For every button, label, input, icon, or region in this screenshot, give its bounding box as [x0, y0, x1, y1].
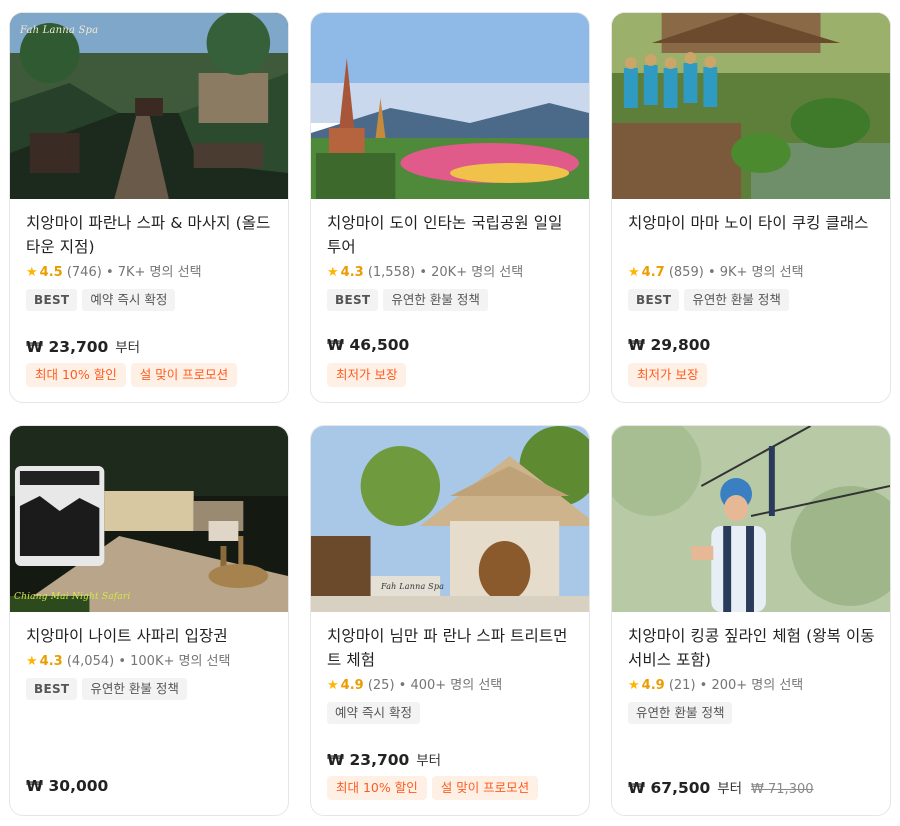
rating-score: 4.7: [641, 265, 665, 280]
activity-image[interactable]: [612, 426, 890, 612]
price-amount: ₩ 67,500: [628, 779, 711, 797]
booking-count: • 400+ 명의 선택: [398, 678, 503, 693]
rating-row: ★ 4.5 (746) • 7K+ 명의 선택: [26, 263, 274, 283]
promo-badge: 최대 10% 할인: [26, 363, 126, 387]
rating-score: 4.9: [641, 678, 665, 693]
activity-card-grid: Fah Lanna Spa 치앙마이 파란나 스파 & 마사지 (올드 타운 지…: [0, 0, 900, 826]
review-count: (1,558): [367, 265, 416, 280]
activity-title[interactable]: 치앙마이 킹콩 짚라인 체험 (왕복 이동 서비스 포함): [628, 624, 876, 674]
best-badge: BEST: [628, 289, 680, 311]
activity-image[interactable]: [311, 13, 589, 199]
tag-list: 유연한 환불 정책: [628, 702, 876, 726]
feature-tag: 예약 즉시 확정: [327, 702, 420, 724]
price: ₩ 67,500 부터 ₩ 71,300: [628, 777, 814, 797]
review-count: (859): [668, 265, 704, 280]
review-count: (746): [66, 265, 102, 280]
activity-card[interactable]: 치앙마이 킹콩 짚라인 체험 (왕복 이동 서비스 포함) ★ 4.9 (21) …: [611, 425, 891, 816]
promo-list: 최대 10% 할인 설 맞이 프로모션: [327, 776, 543, 800]
price: ₩ 30,000: [26, 777, 108, 795]
activity-card[interactable]: Fah Lanna Spa 치앙마이 님만 파 란나 스파 트리트먼트 체험 ★…: [310, 425, 590, 816]
rating-score: 4.5: [39, 265, 63, 280]
activity-card[interactable]: Chiang Mai Night Safari 치앙마이 나이트 사파리 입장권…: [9, 425, 289, 816]
promo-list: 최저가 보장: [628, 363, 712, 387]
booking-count: • 200+ 명의 선택: [699, 678, 804, 693]
rating-score: 4.9: [340, 678, 364, 693]
image-watermark: Chiang Mai Night Safari: [14, 592, 131, 602]
price-amount: ₩ 30,000: [26, 777, 109, 795]
rating-score: 4.3: [39, 654, 63, 669]
booking-count: • 100K+ 명의 선택: [118, 654, 231, 669]
promo-badge: 최대 10% 할인: [327, 776, 427, 800]
image-watermark: Fah Lanna Spa: [381, 582, 445, 591]
price-amount: ₩ 46,500: [327, 336, 410, 354]
feature-tag: 예약 즉시 확정: [82, 289, 176, 311]
rating-row: ★ 4.3 (1,558) • 20K+ 명의 선택: [327, 263, 575, 283]
original-price: ₩ 71,300: [751, 782, 814, 797]
activity-title[interactable]: 치앙마이 님만 파 란나 스파 트리트먼트 체험: [327, 624, 575, 674]
star-icon: ★: [628, 265, 640, 280]
star-icon: ★: [26, 654, 38, 669]
booking-count: • 20K+ 명의 선택: [419, 265, 524, 280]
rating-row: ★ 4.3 (4,054) • 100K+ 명의 선택: [26, 652, 274, 672]
feature-tag: 유연한 환불 정책: [383, 289, 488, 311]
price-suffix: 부터: [416, 753, 442, 769]
promo-badge: 최저가 보장: [628, 363, 708, 387]
price: ₩ 23,700 부터: [26, 336, 140, 356]
activity-image[interactable]: [612, 13, 890, 199]
price-amount: ₩ 23,700: [26, 338, 109, 356]
activity-card[interactable]: Fah Lanna Spa 치앙마이 파란나 스파 & 마사지 (올드 타운 지…: [9, 12, 289, 403]
rating-row: ★ 4.9 (21) • 200+ 명의 선택: [628, 676, 876, 696]
activity-title[interactable]: 치앙마이 파란나 스파 & 마사지 (올드 타운 지점): [26, 211, 274, 261]
image-watermark: Fah Lanna Spa: [20, 25, 99, 36]
review-count: (25): [367, 678, 395, 693]
price: ₩ 46,500: [327, 336, 409, 354]
price-amount: ₩ 29,800: [628, 336, 711, 354]
tag-list: BEST 예약 즉시 확정: [26, 289, 274, 313]
promo-badge: 설 맞이 프로모션: [130, 363, 238, 387]
tag-list: 예약 즉시 확정: [327, 702, 575, 726]
price-amount: ₩ 23,700: [327, 751, 410, 769]
promo-list: 최대 10% 할인 설 맞이 프로모션: [26, 363, 242, 387]
price: ₩ 23,700 부터: [327, 749, 441, 769]
star-icon: ★: [26, 265, 38, 280]
best-badge: BEST: [327, 289, 379, 311]
tag-list: BEST 유연한 환불 정책: [327, 289, 575, 313]
booking-count: • 7K+ 명의 선택: [105, 265, 202, 280]
booking-count: • 9K+ 명의 선택: [707, 265, 804, 280]
review-count: (21): [668, 678, 696, 693]
rating-score: 4.3: [340, 265, 364, 280]
activity-card[interactable]: 치앙마이 마마 노이 타이 쿠킹 클래스 ★ 4.7 (859) • 9K+ 명의…: [611, 12, 891, 403]
activity-title[interactable]: 치앙마이 마마 노이 타이 쿠킹 클래스: [628, 211, 876, 261]
activity-image[interactable]: Fah Lanna Spa: [311, 426, 589, 612]
rating-row: ★ 4.7 (859) • 9K+ 명의 선택: [628, 263, 876, 283]
activity-title[interactable]: 치앙마이 도이 인타논 국립공원 일일 투어: [327, 211, 575, 261]
rating-row: ★ 4.9 (25) • 400+ 명의 선택: [327, 676, 575, 696]
tag-list: BEST 유연한 환불 정책: [26, 678, 274, 702]
star-icon: ★: [628, 678, 640, 693]
promo-badge: 설 맞이 프로모션: [431, 776, 539, 800]
price-suffix: 부터: [717, 781, 743, 797]
activity-image[interactable]: Fah Lanna Spa: [10, 13, 288, 199]
review-count: (4,054): [66, 654, 115, 669]
star-icon: ★: [327, 265, 339, 280]
feature-tag: 유연한 환불 정책: [628, 702, 733, 724]
activity-title[interactable]: 치앙마이 나이트 사파리 입장권: [26, 624, 274, 650]
star-icon: ★: [327, 678, 339, 693]
feature-tag: 유연한 환불 정책: [684, 289, 789, 311]
tag-list: BEST 유연한 환불 정책: [628, 289, 876, 313]
promo-list: 최저가 보장: [327, 363, 411, 387]
activity-card[interactable]: 치앙마이 도이 인타논 국립공원 일일 투어 ★ 4.3 (1,558) • 20…: [310, 12, 590, 403]
best-badge: BEST: [26, 678, 78, 700]
feature-tag: 유연한 환불 정책: [82, 678, 187, 700]
promo-badge: 최저가 보장: [327, 363, 407, 387]
price-suffix: 부터: [115, 340, 141, 356]
price: ₩ 29,800: [628, 336, 710, 354]
activity-image[interactable]: Chiang Mai Night Safari: [10, 426, 288, 612]
best-badge: BEST: [26, 289, 78, 311]
